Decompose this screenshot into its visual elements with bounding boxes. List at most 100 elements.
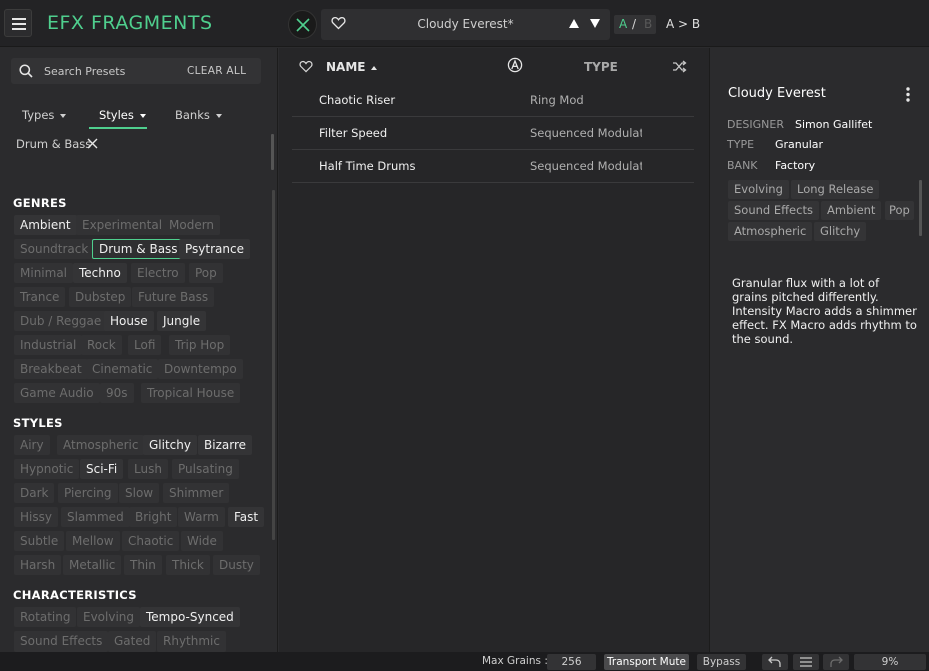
tag-genre[interactable]: Rock	[81, 335, 122, 355]
info-tag[interactable]: Sound Effects	[728, 201, 819, 220]
ab-copy-button[interactable]: A > B	[666, 17, 700, 31]
search-box[interactable]: CLEAR ALL	[11, 58, 261, 84]
tag-style[interactable]: Lush	[128, 459, 168, 479]
tag-style[interactable]: Sci-Fi	[80, 459, 124, 479]
tab-styles[interactable]: Styles	[99, 108, 146, 122]
ab-switch[interactable]: A / B	[614, 15, 656, 34]
tag-genre[interactable]: Soundtrack	[14, 239, 95, 259]
tag-genre[interactable]: Dubstep	[69, 287, 132, 307]
column-header-name[interactable]: NAME	[326, 60, 378, 74]
arrow-up-icon[interactable]	[568, 18, 580, 29]
undo-button[interactable]	[762, 654, 788, 670]
shuffle-icon[interactable]	[672, 60, 687, 73]
kebab-icon[interactable]	[906, 87, 910, 102]
tab-types[interactable]: Types	[22, 108, 67, 122]
redo-button[interactable]	[823, 654, 849, 670]
redo-icon	[830, 656, 843, 667]
tag-style[interactable]: Fast	[228, 507, 265, 527]
history-button[interactable]	[793, 654, 819, 670]
tag-style[interactable]: Slow	[119, 483, 160, 503]
tag-style[interactable]: Slammed	[61, 507, 130, 527]
tag-style[interactable]: Thick	[166, 555, 210, 575]
tag-characteristic[interactable]: Rotating	[14, 607, 77, 627]
tag-style[interactable]: Pulsating	[172, 459, 239, 479]
tag-genre[interactable]: Cinematic	[86, 359, 159, 379]
tag-style[interactable]: Subtle	[14, 531, 65, 551]
ab-b[interactable]: B	[644, 17, 652, 31]
tag-style[interactable]: Dusty	[213, 555, 260, 575]
tag-genre[interactable]: Jungle	[157, 311, 207, 331]
table-row[interactable]: Half Time Drums Sequenced Modulati	[292, 150, 694, 183]
preset-selector[interactable]: Cloudy Everest*	[321, 9, 610, 40]
tag-characteristic[interactable]: Rhythmic	[157, 631, 226, 652]
creator-icon[interactable]	[507, 57, 523, 73]
close-browser-button[interactable]	[288, 10, 317, 39]
tag-genre[interactable]: Future Bass	[132, 287, 215, 307]
search-input[interactable]	[44, 62, 179, 80]
table-row[interactable]: Filter Speed Sequenced Modulati	[292, 117, 694, 150]
tag-genre[interactable]: Electro	[131, 263, 185, 283]
tag-genre[interactable]: House	[104, 311, 154, 331]
tag-style[interactable]: Harsh	[14, 555, 62, 575]
close-icon[interactable]	[87, 138, 98, 149]
tag-style[interactable]: Warm	[178, 507, 225, 527]
tag-genre[interactable]: 90s	[100, 383, 134, 403]
tag-genre[interactable]: Trance	[14, 287, 66, 307]
tag-genre[interactable]: Drum & Bass	[92, 239, 185, 259]
tag-genre[interactable]: Ambient	[14, 215, 77, 235]
tag-style[interactable]: Hissy	[14, 507, 58, 527]
tag-style[interactable]: Wide	[181, 531, 223, 551]
tag-characteristic[interactable]: Gated	[108, 631, 157, 652]
tag-genre[interactable]: Trip Hop	[169, 335, 231, 355]
max-grains-value[interactable]: 256	[547, 654, 596, 670]
arrow-down-icon[interactable]	[589, 18, 601, 29]
tag-style[interactable]: Glitchy	[143, 435, 197, 455]
info-tag[interactable]: Glitchy	[814, 222, 867, 241]
column-header-type[interactable]: TYPE	[584, 60, 618, 74]
tag-style[interactable]: Shimmer	[163, 483, 230, 503]
tag-genre[interactable]: Experimental	[76, 215, 169, 235]
clear-all-button[interactable]: CLEAR ALL	[187, 65, 246, 77]
tag-style[interactable]: Thin	[124, 555, 162, 575]
tag-style[interactable]: Bright	[129, 507, 178, 527]
info-tag[interactable]: Evolving	[728, 180, 789, 199]
tag-style[interactable]: Hypnotic	[14, 459, 80, 479]
info-tag[interactable]: Atmospheric	[728, 222, 813, 241]
tag-genre[interactable]: Minimal	[14, 263, 74, 283]
tag-genre[interactable]: Dub / Reggae	[14, 311, 108, 331]
tag-genre[interactable]: Psytrance	[179, 239, 250, 259]
tag-genre[interactable]: Tropical House	[141, 383, 241, 403]
tag-genre[interactable]: Pop	[189, 263, 223, 283]
heart-icon[interactable]	[299, 60, 313, 73]
tag-genre[interactable]: Breakbeat	[14, 359, 88, 379]
info-tag[interactable]: Long Release	[791, 180, 880, 199]
tag-style[interactable]: Airy	[14, 435, 50, 455]
tag-characteristic[interactable]: Evolving	[77, 607, 141, 627]
tag-genre[interactable]: Downtempo	[158, 359, 243, 379]
tag-style[interactable]: Atmospheric	[57, 435, 145, 455]
tag-style[interactable]: Mellow	[66, 531, 120, 551]
scrollbar[interactable]	[272, 190, 275, 540]
tag-genre[interactable]: Game Audio	[14, 383, 100, 403]
table-row[interactable]: Chaotic Riser Ring Mod	[292, 84, 694, 117]
info-tag[interactable]: Ambient	[821, 201, 882, 220]
main-menu-button[interactable]	[4, 9, 32, 37]
tag-genre[interactable]: Modern	[163, 215, 221, 235]
tag-genre[interactable]: Lofi	[128, 335, 162, 355]
tag-genre[interactable]: Industrial	[14, 335, 83, 355]
info-tag[interactable]: Pop	[885, 201, 914, 220]
tag-style[interactable]: Metallic	[63, 555, 122, 575]
scrollbar[interactable]	[919, 180, 922, 236]
transport-mute-button[interactable]: Transport Mute	[604, 654, 689, 670]
tag-characteristic[interactable]: Sound Effects	[14, 631, 109, 652]
tag-style[interactable]: Dark	[14, 483, 55, 503]
tag-genre[interactable]: Techno	[73, 263, 127, 283]
scrollbar[interactable]	[271, 134, 274, 170]
tag-style[interactable]: Bizarre	[198, 435, 252, 455]
tag-style[interactable]: Piercing	[58, 483, 118, 503]
ab-a[interactable]: A	[619, 17, 627, 31]
tag-style[interactable]: Chaotic	[122, 531, 180, 551]
tab-banks[interactable]: Banks	[175, 108, 222, 122]
tag-characteristic[interactable]: Tempo-Synced	[140, 607, 240, 627]
bypass-button[interactable]: Bypass	[697, 654, 746, 670]
